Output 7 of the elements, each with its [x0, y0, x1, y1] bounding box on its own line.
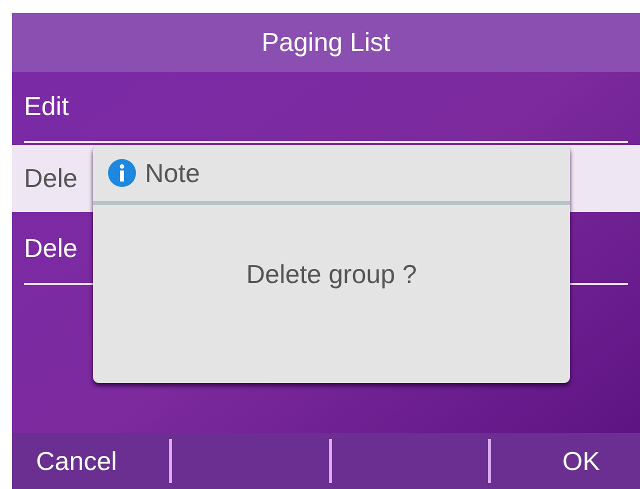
info-icon [107, 158, 137, 188]
dialog-message: Delete group ? [246, 258, 417, 290]
softkey[interactable]: OK [562, 442, 600, 480]
softkey[interactable]: Cancel [36, 442, 117, 480]
screen-title: Paging List [262, 26, 390, 59]
list-item[interactable]: Edit [24, 72, 628, 143]
dialog-title: Note [145, 156, 200, 190]
